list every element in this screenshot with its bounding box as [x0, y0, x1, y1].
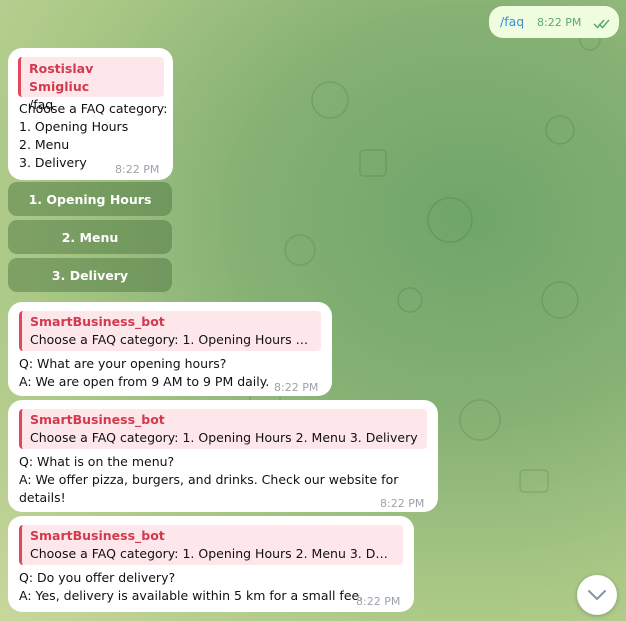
message-time: 8:22 PM [356, 595, 401, 608]
scroll-down-button[interactable] [577, 575, 617, 615]
bot-message: SmartBusiness_bot Choose a FAQ category:… [8, 516, 414, 612]
reply-sender: SmartBusiness_bot [30, 412, 165, 427]
bot-message: SmartBusiness_bot Choose a FAQ category:… [8, 400, 438, 512]
question-text: Q: Do you offer delivery? [19, 570, 176, 585]
reply-preview[interactable]: SmartBusiness_bot Choose a FAQ category:… [19, 409, 427, 449]
sender-name: Rostislav Smigliuc [29, 61, 94, 94]
message-body: Q: Do you offer delivery? A: Yes, delive… [19, 569, 363, 605]
outgoing-message: /faq 8:22 PM [489, 6, 619, 38]
reply-preview[interactable]: SmartBusiness_bot Choose a FAQ category:… [19, 525, 403, 565]
reply-preview[interactable]: SmartBusiness_bot Choose a FAQ category:… [19, 311, 321, 351]
message-line: 1. Opening Hours [19, 119, 129, 134]
message-time: 8:22 PM [380, 497, 425, 510]
keyboard-button-delivery[interactable]: 3. Delivery [8, 258, 172, 292]
message-body: Q: What are your opening hours? A: We ar… [19, 355, 269, 391]
outgoing-text: /faq [500, 14, 525, 29]
outgoing-time: 8:22 PM [537, 16, 582, 29]
sender-header: Rostislav Smigliuc /faq [18, 57, 164, 112]
message-line: Choose a FAQ category: [19, 101, 168, 116]
reply-sender: SmartBusiness_bot [30, 314, 165, 329]
message-time: 8:22 PM [274, 381, 319, 394]
reply-sender: SmartBusiness_bot [30, 528, 165, 543]
reply-text: Choose a FAQ category: 1. Opening Hours … [30, 430, 418, 445]
keyboard-button-opening-hours[interactable]: 1. Opening Hours [8, 182, 172, 216]
question-text: Q: What is on the menu? [19, 454, 175, 469]
reply-text: Choose a FAQ category: 1. Opening Hours … [30, 546, 395, 561]
answer-text: A: Yes, delivery is available within 5 k… [19, 588, 364, 603]
answer-text: A: We are open from 9 AM to 9 PM daily. [19, 374, 270, 389]
question-text: Q: What are your opening hours? [19, 356, 227, 371]
reply-text: Choose a FAQ category: 1. Opening Hours … [30, 332, 313, 347]
answer-text: A: We offer pizza, burgers, and drinks. … [19, 472, 399, 487]
keyboard-button-menu[interactable]: 2. Menu [8, 220, 172, 254]
answer-text-cont: details! [19, 490, 66, 505]
double-check-icon [593, 19, 610, 29]
message-line: 2. Menu [19, 137, 70, 152]
message-body: Q: What is on the menu? A: We offer pizz… [19, 453, 398, 507]
message-time: 8:22 PM [115, 163, 160, 176]
bot-message: SmartBusiness_bot Choose a FAQ category:… [8, 302, 332, 396]
user-message: Rostislav Smigliuc /faq Choose a FAQ cat… [8, 48, 173, 180]
chevron-down-icon [588, 590, 606, 601]
